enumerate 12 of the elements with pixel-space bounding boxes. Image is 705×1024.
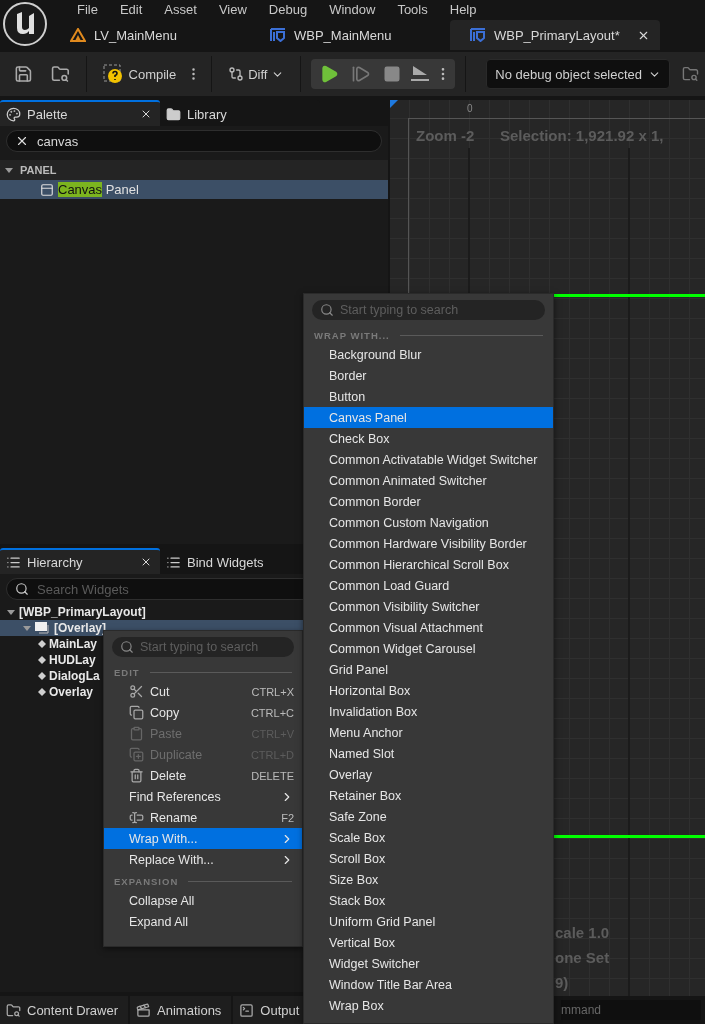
- tree-label: [WBP_PrimaryLayout]: [19, 605, 146, 619]
- item-label: Canvas Panel: [58, 182, 139, 197]
- tree-label: MainLay: [49, 637, 97, 651]
- category-label: PANEL: [20, 164, 57, 176]
- tree-label: DialogLa: [49, 669, 100, 683]
- section-title: EDIT: [114, 666, 140, 678]
- tree-label: [Overlay]: [54, 621, 107, 635]
- ruler-label: 0: [467, 103, 473, 114]
- tree-label: HUDLay: [49, 653, 96, 667]
- section-title: EXPANSION: [114, 875, 179, 887]
- tree-label: Overlay: [49, 685, 94, 699]
- section-title: WRAP WITH...: [314, 329, 390, 341]
